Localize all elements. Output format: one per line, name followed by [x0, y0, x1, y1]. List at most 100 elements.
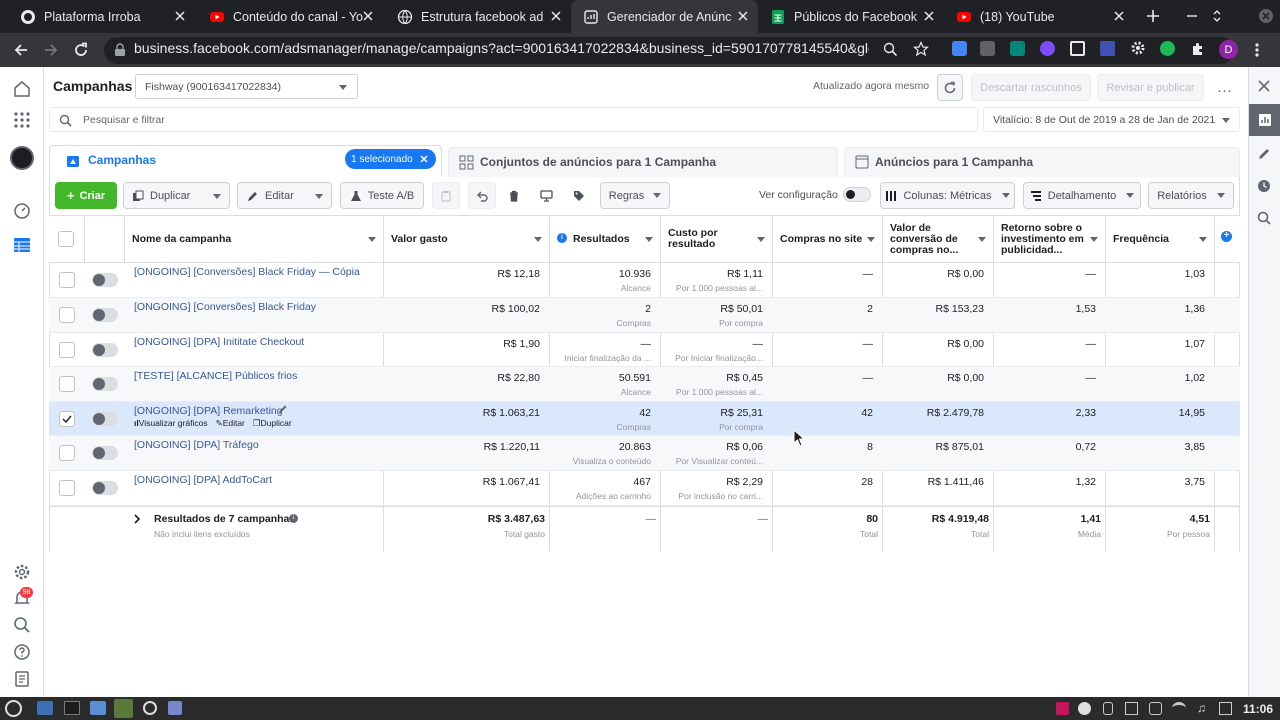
campaigns-table-icon[interactable]: [13, 236, 31, 254]
header-cost-per-result[interactable]: Custo por resultado: [661, 215, 773, 263]
chevron-down-icon[interactable]: [315, 194, 323, 199]
search-icon[interactable]: [13, 616, 31, 634]
campaign-name-link[interactable]: [ONGOING] [DPA] Remarketing: [134, 405, 283, 417]
duplicate-button[interactable]: Duplicar: [123, 182, 230, 209]
browser-tab[interactable]: Estrutura facebook ad: [383, 0, 571, 33]
bookmark-star-icon[interactable]: [913, 41, 929, 57]
campaign-status-toggle[interactable]: [92, 273, 118, 287]
puzzle-icon[interactable]: [1190, 41, 1206, 57]
view-config-toggle[interactable]: [843, 187, 871, 202]
close-tab-icon[interactable]: [361, 9, 375, 23]
dashboard-gauge-icon[interactable]: [13, 202, 31, 220]
browser-tab[interactable]: (18) YouTube: [944, 0, 1134, 33]
refresh-button[interactable]: [937, 74, 963, 101]
campaign-name-link[interactable]: [ONGOING] [Conversões] Black Friday: [134, 301, 316, 313]
campaign-status-toggle[interactable]: [92, 308, 118, 322]
close-tab-icon[interactable]: [1112, 9, 1126, 23]
extension-icon[interactable]: [1100, 41, 1115, 56]
chevron-down-icon[interactable]: [213, 194, 221, 199]
browser-tab[interactable]: Plataforma Irroba: [0, 0, 195, 33]
extension-icon[interactable]: [1010, 41, 1025, 56]
preview-button[interactable]: [532, 182, 560, 209]
wifi-icon[interactable]: [1172, 702, 1186, 715]
clipboard-tray-icon[interactable]: [1125, 702, 1138, 715]
back-icon[interactable]: [12, 41, 30, 59]
extension-icon[interactable]: [952, 41, 967, 56]
bluetooth-icon[interactable]: [1103, 702, 1113, 715]
close-window-icon[interactable]: [1258, 8, 1274, 24]
row-checkbox[interactable]: [59, 445, 75, 461]
volume-icon[interactable]: ♫: [1197, 702, 1210, 715]
browser-tab[interactable]: Conteúdo do canal - Yo: [195, 0, 383, 33]
settings-gear-icon[interactable]: [13, 563, 31, 581]
search-filter-bar[interactable]: Pesquisar e filtrar: [49, 107, 978, 132]
new-tab-icon[interactable]: [1145, 8, 1161, 24]
campaign-status-toggle[interactable]: [92, 343, 118, 357]
tray-icon[interactable]: [1078, 702, 1091, 715]
help-icon[interactable]: [13, 643, 31, 661]
header-frequency[interactable]: Frequência: [1106, 215, 1215, 263]
files-icon[interactable]: [90, 701, 106, 715]
columns-button[interactable]: Colunas: Métricas: [880, 182, 1015, 209]
table-row[interactable]: [ONGOING] [Conversões] Black Friday — Có…: [49, 263, 1240, 298]
row-checkbox[interactable]: [59, 480, 75, 496]
report-icon[interactable]: [13, 670, 31, 688]
campaign-name-link[interactable]: [ONGOING] [DPA] Inititate Checkout: [134, 336, 304, 348]
gear-extension-icon[interactable]: [1130, 40, 1146, 56]
ab-test-button[interactable]: Teste A/B: [340, 182, 424, 209]
view-charts-action[interactable]: ılVisualizar gráficos: [134, 418, 208, 429]
header-campaign-name[interactable]: Nome da campanha: [125, 215, 384, 263]
row-checkbox[interactable]: [59, 272, 75, 288]
close-icon[interactable]: [1257, 79, 1271, 93]
campaign-name-link[interactable]: [ONGOING] [DPA] Tráfego: [134, 439, 259, 451]
campaign-status-toggle[interactable]: [92, 377, 118, 391]
reload-icon[interactable]: [72, 41, 90, 59]
row-checkbox[interactable]: [59, 411, 75, 427]
info-icon[interactable]: i: [557, 233, 567, 243]
more-options-button[interactable]: …: [1211, 74, 1238, 101]
table-row[interactable]: [ONGOING] [Conversões] Black Friday R$ 1…: [49, 298, 1240, 333]
forward-icon[interactable]: [42, 41, 60, 59]
campaign-status-toggle[interactable]: [92, 412, 118, 426]
charts-panel-button[interactable]: [1249, 104, 1280, 136]
table-row[interactable]: [TESTE] [ALCANCE] Públicos frios R$ 22,8…: [49, 367, 1240, 402]
clear-selection-icon[interactable]: [420, 155, 428, 163]
browser-taskbar-icon[interactable]: [143, 701, 157, 715]
breakdown-button[interactable]: Detalhamento: [1023, 182, 1141, 209]
tag-button[interactable]: [565, 182, 593, 209]
undo-button[interactable]: [468, 182, 496, 209]
info-icon[interactable]: i: [289, 514, 298, 523]
edit-action[interactable]: ✎Editar: [216, 418, 245, 429]
app-icon[interactable]: [114, 699, 133, 718]
close-tab-icon[interactable]: [173, 9, 187, 23]
delete-button[interactable]: [500, 182, 528, 209]
row-checkbox[interactable]: [59, 307, 75, 323]
home-icon[interactable]: [13, 80, 31, 98]
selected-count-pill[interactable]: 1 selecionado: [345, 149, 436, 169]
table-row[interactable]: [ONGOING] [DPA] Inititate Checkout R$ 1,…: [49, 333, 1240, 367]
table-row[interactable]: [ONGOING] [DPA] Tráfego R$ 1.220,11 20.8…: [49, 436, 1240, 471]
apps-grid-icon[interactable]: [13, 111, 31, 129]
minimize-window-icon[interactable]: [1185, 9, 1199, 23]
history-clock-icon[interactable]: [1257, 179, 1271, 193]
select-all-checkbox[interactable]: [58, 231, 74, 247]
review-publish-button[interactable]: Revisar e publicar: [1097, 74, 1204, 101]
zoom-icon[interactable]: [883, 42, 898, 57]
tray-icon[interactable]: [1056, 702, 1069, 715]
close-tab-icon[interactable]: [922, 9, 936, 23]
rules-button[interactable]: Regras: [600, 182, 670, 209]
row-checkbox[interactable]: [59, 376, 75, 392]
extension-icon[interactable]: [980, 41, 995, 56]
start-menu-icon[interactable]: [5, 700, 22, 717]
create-button[interactable]: + Criar: [55, 182, 117, 209]
close-tab-icon[interactable]: [736, 9, 750, 23]
browser-menu-icon[interactable]: [1254, 42, 1260, 58]
clipboard-button[interactable]: [432, 182, 460, 209]
browser-tab[interactable]: Públicos do Facebook: [758, 0, 944, 33]
inspect-search-icon[interactable]: [1257, 211, 1271, 225]
account-selector[interactable]: Fishway (900163417022834): [135, 74, 358, 99]
header-results[interactable]: i Resultados: [550, 215, 661, 263]
app-icon[interactable]: [168, 701, 182, 715]
shield-icon[interactable]: [1149, 702, 1162, 715]
rename-pencil-icon[interactable]: [278, 404, 288, 414]
